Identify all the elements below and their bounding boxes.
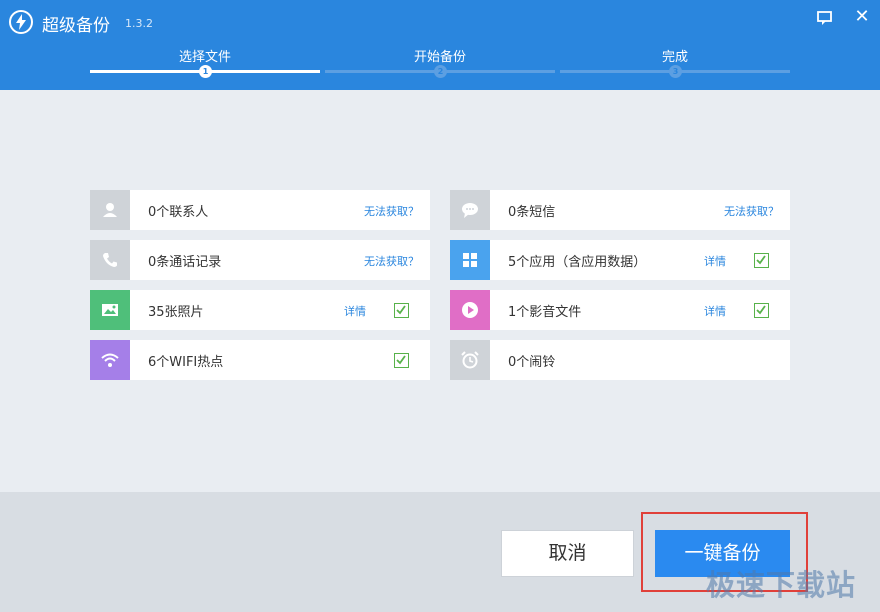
close-icon[interactable]: ✕ (851, 6, 873, 28)
media-details-link[interactable]: 详情 (704, 303, 726, 319)
contact-person-icon (90, 190, 130, 230)
message-bubble-icon (450, 190, 490, 230)
apps-grid-icon (450, 240, 490, 280)
step-marker-3: 3 (669, 65, 682, 78)
lightning-logo-icon (9, 10, 33, 34)
feedback-icon[interactable] (815, 8, 835, 28)
phone-icon (90, 240, 130, 280)
image-icon (90, 290, 130, 330)
contacts-item[interactable]: 0个联系人 无法获取？ (90, 190, 430, 230)
call-log-label: 0条通话记录 (148, 255, 222, 270)
play-icon (450, 290, 490, 330)
app-title: 超级备份 (42, 16, 110, 36)
app-version: 1.3.2 (125, 17, 153, 30)
wifi-item[interactable]: 6个WIFI热点 (90, 340, 430, 380)
call-log-unavailable-link[interactable]: 无法获取？ (364, 253, 419, 269)
media-item[interactable]: 1个影音文件 详情 (450, 290, 790, 330)
apps-label: 5个应用（含应用数据） (508, 255, 647, 270)
title-bar: 超级备份 1.3.2 ✕ 选择文件 开始备份 完成 1 2 3 (0, 0, 880, 90)
alarms-item[interactable]: 0个闹铃 (450, 340, 790, 380)
watermark-text: 极速下载站 (706, 568, 857, 602)
photos-checkbox[interactable] (394, 303, 409, 318)
media-checkbox[interactable] (754, 303, 769, 318)
media-label: 1个影音文件 (508, 305, 582, 320)
photos-item[interactable]: 35张照片 详情 (90, 290, 430, 330)
cancel-button[interactable]: 取消 (501, 530, 634, 577)
wifi-label: 6个WIFI热点 (148, 355, 224, 370)
apps-checkbox[interactable] (754, 253, 769, 268)
photos-details-link[interactable]: 详情 (344, 303, 366, 319)
photos-label: 35张照片 (148, 305, 204, 320)
step-label-start-backup: 开始备份 (413, 50, 466, 65)
step-marker-2: 2 (434, 65, 447, 78)
sms-label: 0条短信 (508, 205, 556, 220)
alarm-clock-icon (450, 340, 490, 380)
alarms-label: 0个闹铃 (508, 355, 556, 370)
contacts-label: 0个联系人 (148, 205, 209, 220)
apps-details-link[interactable]: 详情 (704, 253, 726, 269)
wifi-icon (90, 340, 130, 380)
step-marker-1: 1 (199, 65, 212, 78)
sms-item[interactable]: 0条短信 无法获取？ (450, 190, 790, 230)
wifi-checkbox[interactable] (394, 353, 409, 368)
sms-unavailable-link[interactable]: 无法获取？ (724, 203, 779, 219)
apps-item[interactable]: 5个应用（含应用数据） 详情 (450, 240, 790, 280)
step-label-complete: 完成 (661, 50, 688, 65)
contacts-unavailable-link[interactable]: 无法获取？ (364, 203, 419, 219)
call-log-item[interactable]: 0条通话记录 无法获取？ (90, 240, 430, 280)
step-label-select-files: 选择文件 (178, 50, 231, 65)
